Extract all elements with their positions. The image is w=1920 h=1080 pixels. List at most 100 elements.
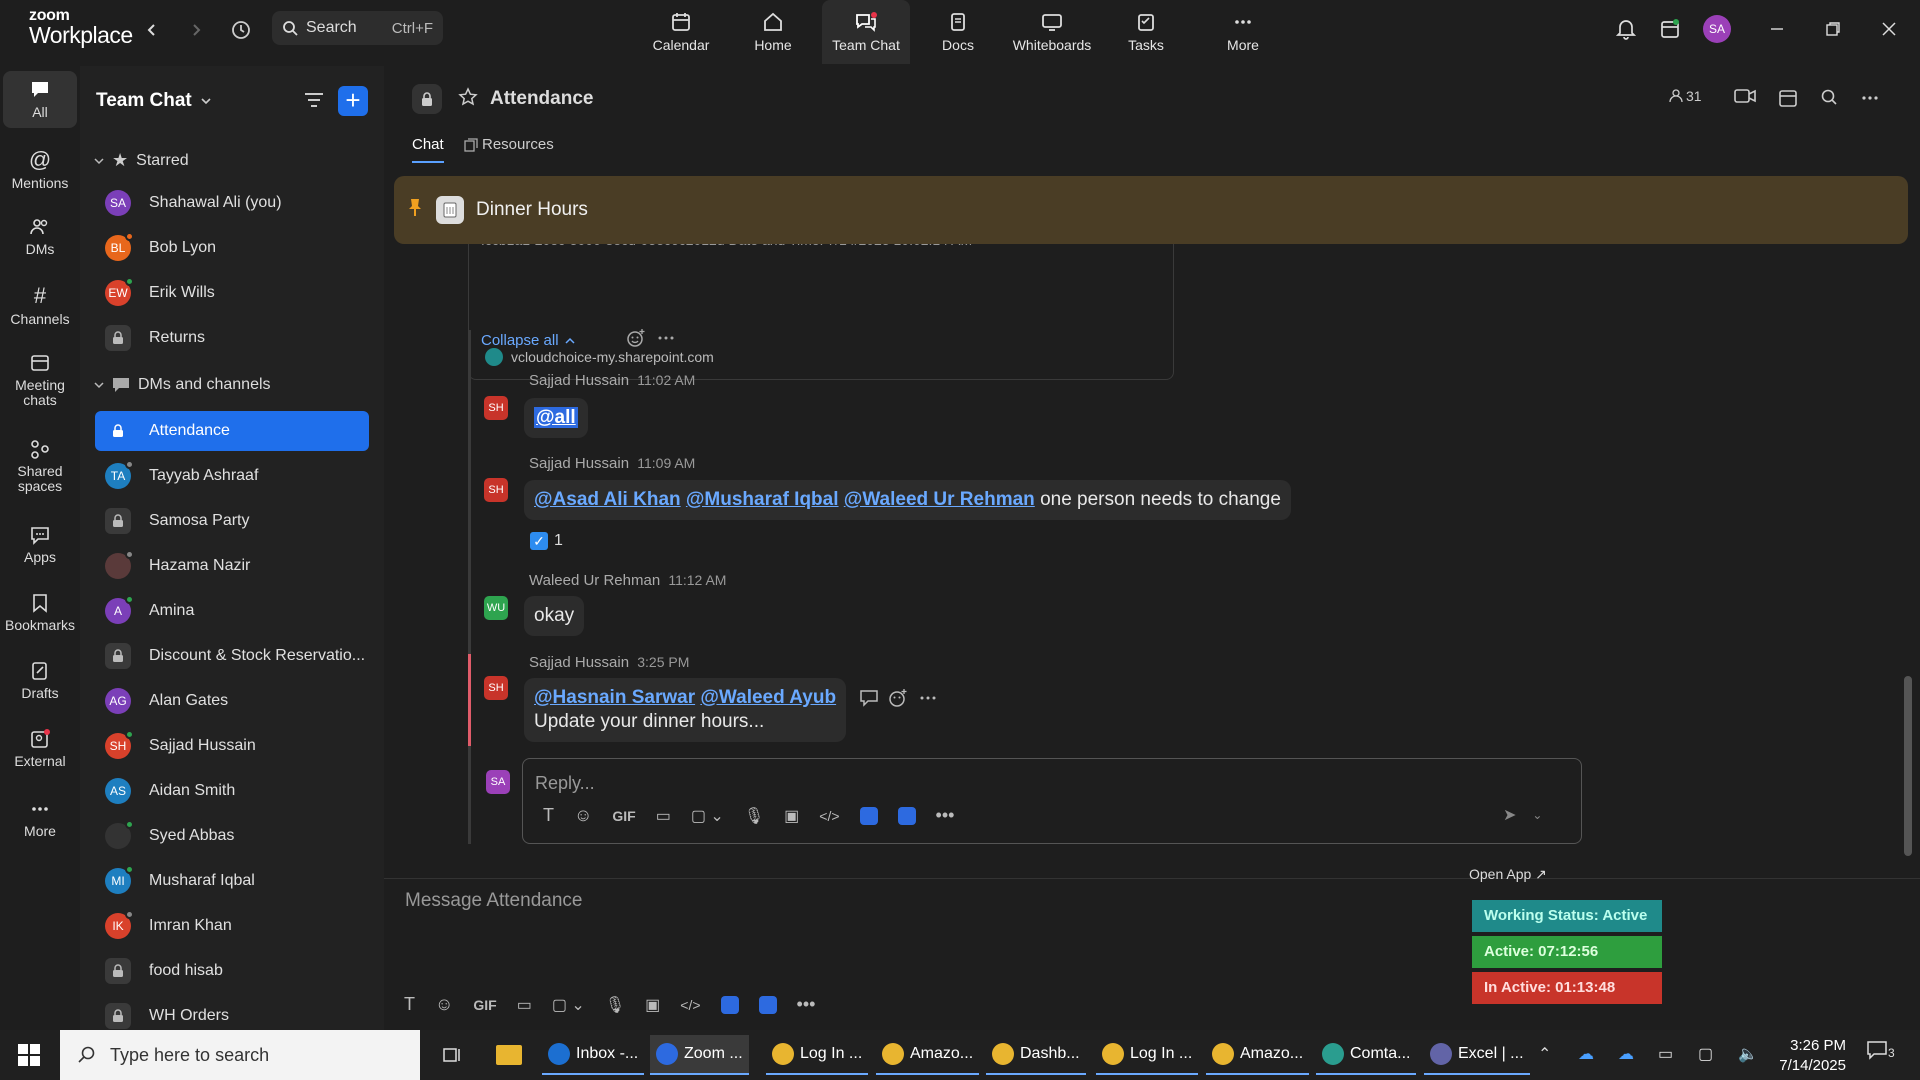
rail-item-more[interactable]: More bbox=[3, 798, 77, 839]
filter-icon[interactable] bbox=[302, 88, 328, 114]
taskbar-app[interactable]: Amazo... bbox=[876, 1035, 980, 1075]
mention-link[interactable]: @Asad Ali Khan bbox=[534, 489, 681, 510]
taskbar-app[interactable]: Excel | ... bbox=[1424, 1035, 1530, 1075]
sidebar-item[interactable]: EW Erik Wills bbox=[95, 273, 369, 313]
pinned-message-banner[interactable]: Dinner Hours bbox=[394, 176, 1908, 244]
code-icon[interactable]: </> bbox=[680, 997, 700, 1013]
tab-team-chat[interactable]: Team Chat bbox=[822, 0, 910, 64]
rail-item-mentions[interactable]: @ Mentions bbox=[3, 147, 77, 192]
tab-resources[interactable]: Resources bbox=[464, 136, 554, 153]
file-icon[interactable]: ▭ bbox=[656, 806, 671, 826]
rail-item-apps[interactable]: Apps bbox=[3, 524, 77, 565]
schedule-meeting-icon[interactable] bbox=[1778, 88, 1798, 108]
rail-item-drafts[interactable]: Drafts bbox=[3, 660, 77, 701]
restore-icon[interactable] bbox=[1816, 14, 1850, 44]
mention-link[interactable]: @Hasnain Sarwar bbox=[534, 687, 695, 708]
gif-button[interactable]: GIF bbox=[473, 997, 496, 1013]
video-call-icon[interactable] bbox=[1734, 88, 1756, 104]
sidebar-item[interactable]: AS Aidan Smith bbox=[95, 771, 369, 811]
chevron-down-icon[interactable]: ⌄ bbox=[1532, 808, 1542, 822]
windows-start-icon[interactable] bbox=[18, 1044, 40, 1066]
emoji-icon[interactable]: ☺ bbox=[574, 805, 592, 826]
calendar-status-icon[interactable] bbox=[1656, 14, 1684, 44]
notification-center-icon[interactable]: 3 bbox=[1866, 1040, 1895, 1060]
rail-item-shared-spaces[interactable]: Shared spaces bbox=[3, 438, 77, 495]
forward-arrow-icon[interactable] bbox=[182, 16, 210, 44]
sidebar-item[interactable]: MI Musharaf Iqbal bbox=[95, 861, 369, 901]
mention-link[interactable]: @all bbox=[534, 407, 578, 428]
sidebar-item[interactable]: SA Shahawal Ali (you) bbox=[95, 183, 369, 223]
text-format-icon[interactable]: T bbox=[404, 994, 415, 1015]
search-icon[interactable] bbox=[1820, 88, 1838, 106]
sidebar-item[interactable]: AG Alan Gates bbox=[95, 681, 369, 721]
battery-icon[interactable]: ▭ bbox=[1658, 1044, 1673, 1064]
app-icon-1[interactable] bbox=[720, 995, 739, 1014]
taskbar-app[interactable]: Zoom ... bbox=[650, 1035, 749, 1075]
avatar[interactable]: WU bbox=[484, 596, 508, 620]
taskbar-clock[interactable]: 3:26 PM 7/14/2025 bbox=[1766, 1036, 1846, 1075]
tab-calendar[interactable]: Calendar bbox=[643, 0, 719, 64]
new-chat-button[interactable]: + bbox=[338, 86, 368, 116]
video-message-icon[interactable]: ▣ bbox=[784, 806, 799, 826]
taskbar-app[interactable]: Log In ... bbox=[1096, 1035, 1199, 1075]
onedrive-icon[interactable]: ☁ bbox=[1578, 1044, 1594, 1064]
tab-chat[interactable]: Chat bbox=[412, 136, 444, 163]
open-app-link[interactable]: Open App ↗ bbox=[1469, 866, 1547, 883]
sidebar-item[interactable]: BL Bob Lyon bbox=[95, 228, 369, 268]
section-starred[interactable]: ★ Starred bbox=[94, 150, 189, 171]
send-icon[interactable]: ➤ bbox=[1503, 805, 1516, 825]
reaction-chip[interactable]: ✓ 1 bbox=[530, 532, 563, 550]
onedrive-business-icon[interactable]: ☁ bbox=[1618, 1044, 1634, 1064]
back-arrow-icon[interactable] bbox=[138, 16, 166, 44]
more-dots-icon[interactable]: ••• bbox=[797, 994, 816, 1015]
tab-tasks[interactable]: Tasks bbox=[1111, 0, 1181, 64]
sidebar-item[interactable]: Returns bbox=[95, 318, 369, 358]
task-view-icon[interactable] bbox=[436, 1035, 468, 1075]
message-input[interactable]: Message Attendance bbox=[405, 890, 582, 912]
microphone-icon[interactable]: 🎙 bbox=[744, 806, 764, 826]
screenshot-icon[interactable]: ▢ ⌄ bbox=[552, 995, 585, 1015]
volume-icon[interactable]: 🔈 bbox=[1738, 1044, 1758, 1064]
emoji-icon[interactable]: ☺ bbox=[435, 994, 453, 1015]
more-dots-icon[interactable]: ••• bbox=[936, 805, 955, 826]
sidebar-item[interactable]: TA Tayyab Ashraaf bbox=[95, 456, 369, 496]
sidebar-item[interactable]: Syed Abbas bbox=[95, 816, 369, 856]
user-avatar[interactable]: SA bbox=[1702, 14, 1732, 44]
sidebar-item[interactable]: A Amina bbox=[95, 591, 369, 631]
microphone-icon[interactable]: 🎙 bbox=[605, 995, 625, 1015]
rail-item-dms[interactable]: DMs bbox=[3, 216, 77, 257]
sidebar-item[interactable]: Attendance bbox=[95, 411, 369, 451]
add-reaction-icon[interactable] bbox=[626, 328, 646, 353]
code-icon[interactable]: </> bbox=[819, 808, 839, 824]
rail-item-channels[interactable]: # Channels bbox=[3, 283, 77, 328]
minimize-icon[interactable] bbox=[1760, 14, 1794, 44]
taskbar-search[interactable]: Type here to search bbox=[60, 1030, 420, 1080]
file-explorer-icon[interactable] bbox=[490, 1035, 528, 1075]
sidebar-item[interactable]: WH Orders bbox=[95, 996, 369, 1030]
sharepoint-link[interactable]: vcloudchoice-my.sharepoint.com bbox=[485, 348, 714, 366]
team-chat-header[interactable]: Team Chat bbox=[96, 90, 212, 112]
network-icon[interactable]: ▢ bbox=[1698, 1044, 1713, 1064]
tab-more[interactable]: More bbox=[1208, 0, 1278, 64]
sidebar-item[interactable]: Discount & Stock Reservatio... bbox=[95, 636, 369, 676]
sidebar-item[interactable]: IK Imran Khan bbox=[95, 906, 369, 946]
sidebar-item[interactable]: Hazama Nazir bbox=[95, 546, 369, 586]
reply-thread-icon[interactable] bbox=[858, 688, 880, 713]
app-icon-2[interactable] bbox=[897, 806, 916, 825]
collapse-all-button[interactable]: Collapse all bbox=[481, 332, 575, 349]
rail-item-bookmarks[interactable]: Bookmarks bbox=[3, 592, 77, 633]
avatar[interactable]: SH bbox=[484, 478, 508, 502]
taskbar-app[interactable]: Comta... bbox=[1316, 1035, 1417, 1075]
star-outline-icon[interactable] bbox=[458, 87, 478, 112]
more-dots-icon[interactable] bbox=[1860, 88, 1880, 108]
text-format-icon[interactable]: T bbox=[543, 805, 554, 826]
search-box[interactable]: Search Ctrl+F bbox=[272, 11, 443, 45]
rail-item-all[interactable]: All bbox=[3, 71, 77, 129]
avatar[interactable]: SH bbox=[484, 676, 508, 700]
sidebar-item[interactable]: food hisab bbox=[95, 951, 369, 991]
gif-button[interactable]: GIF bbox=[612, 808, 635, 824]
taskbar-app[interactable]: Log In ... bbox=[766, 1035, 869, 1075]
rail-item-external[interactable]: External bbox=[3, 728, 77, 769]
video-message-icon[interactable]: ▣ bbox=[645, 995, 660, 1015]
app-icon-1[interactable] bbox=[859, 806, 878, 825]
